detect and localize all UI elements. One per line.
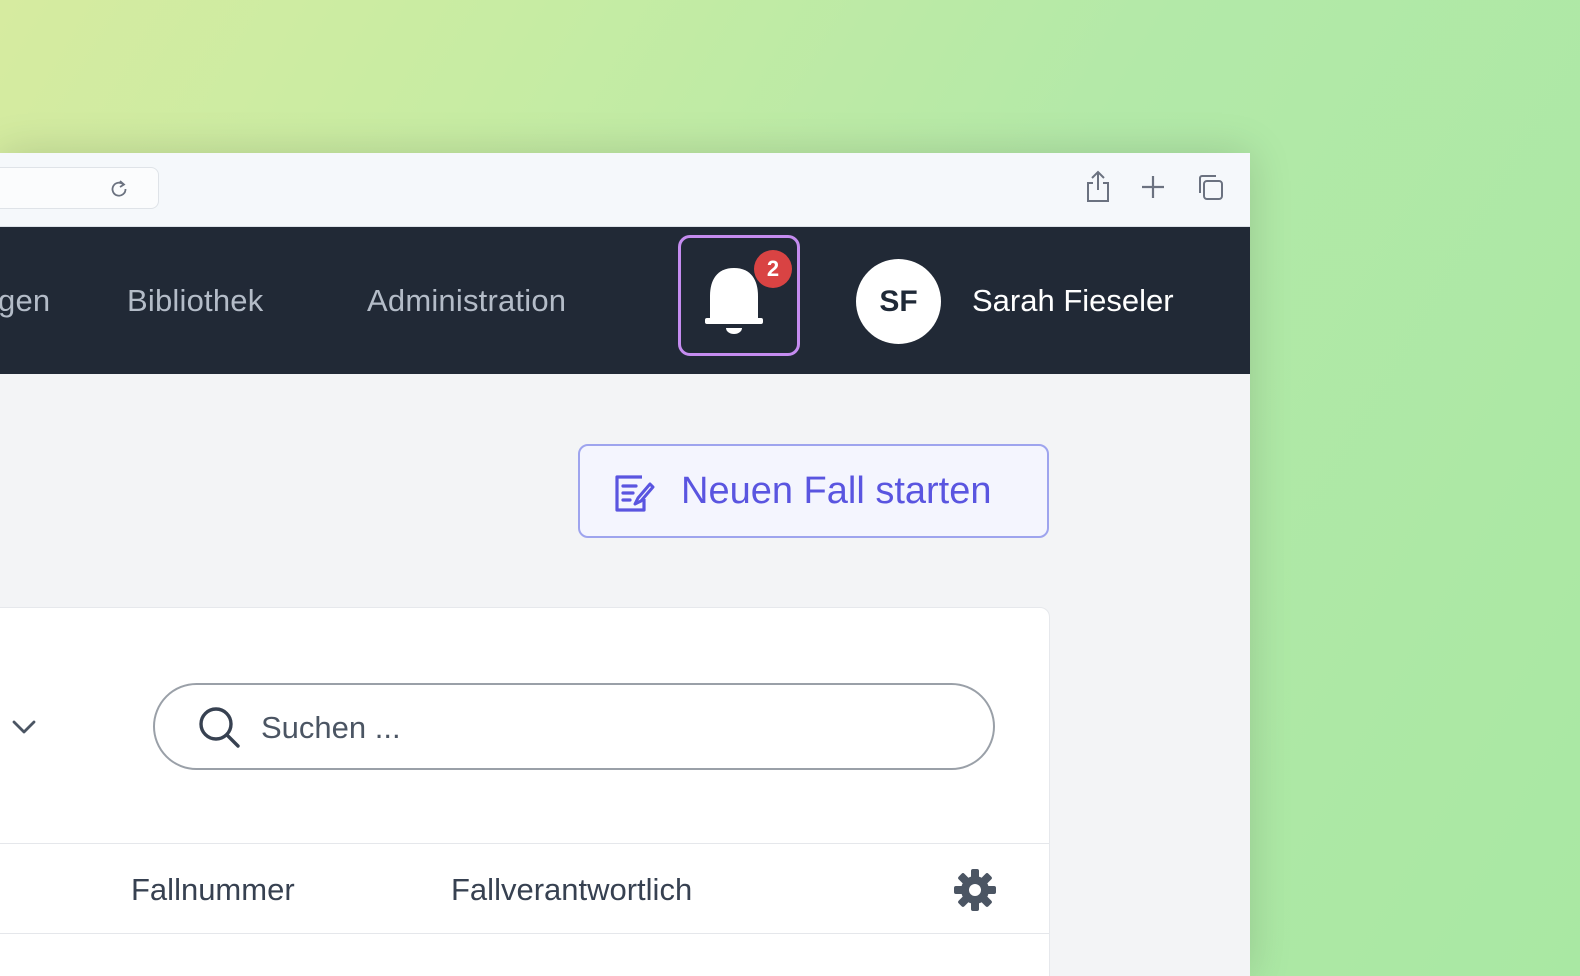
search-field[interactable]	[153, 683, 995, 770]
user-name[interactable]: Sarah Fieseler	[972, 283, 1174, 319]
new-case-button[interactable]: Neuen Fall starten	[578, 444, 1049, 538]
cases-table-card: Fallnummer Fallverantwortlich	[0, 607, 1050, 976]
notification-count-badge: 2	[754, 250, 792, 288]
nav-item-partial[interactable]: gen	[0, 283, 50, 319]
notifications-button[interactable]: 2	[678, 235, 800, 356]
chevron-down-icon[interactable]	[9, 712, 39, 742]
address-bar[interactable]	[0, 167, 159, 209]
nav-item-bibliothek[interactable]: Bibliothek	[127, 283, 263, 319]
column-header-fallverantwortlich[interactable]: Fallverantwortlich	[451, 872, 692, 908]
top-navigation: gen Bibliothek Administration 2 SF Sarah…	[0, 227, 1250, 374]
tabs-icon[interactable]	[1194, 169, 1226, 205]
nav-item-administration[interactable]: Administration	[367, 283, 566, 319]
gear-icon[interactable]	[951, 866, 999, 914]
new-case-label: Neuen Fall starten	[681, 470, 992, 512]
search-input[interactable]	[259, 703, 943, 753]
column-header-fallnummer[interactable]: Fallnummer	[131, 872, 295, 908]
share-icon[interactable]	[1082, 169, 1114, 205]
avatar[interactable]: SF	[856, 259, 941, 344]
divider	[0, 933, 1049, 934]
browser-window: gen Bibliothek Administration 2 SF Sarah…	[0, 153, 1250, 976]
reload-icon[interactable]	[108, 178, 130, 200]
plus-icon[interactable]	[1137, 169, 1169, 205]
search-icon	[199, 707, 240, 748]
edit-document-icon	[615, 475, 655, 512]
browser-toolbar	[0, 153, 1250, 227]
divider	[0, 843, 1049, 844]
